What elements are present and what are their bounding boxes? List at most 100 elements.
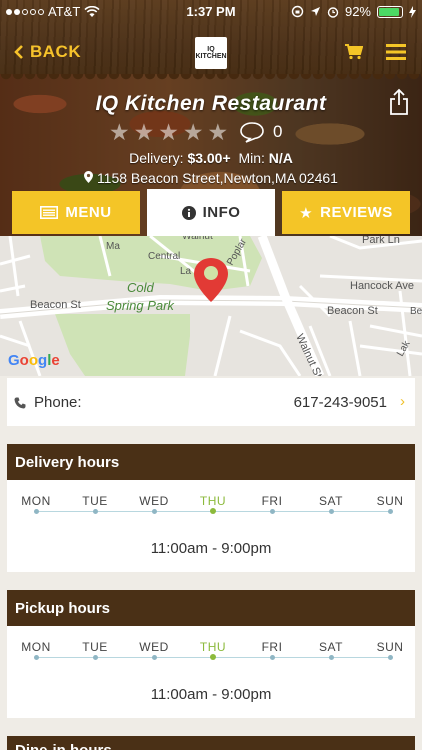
review-count[interactable]: 0 <box>239 121 282 143</box>
google-logo: Google <box>8 352 60 369</box>
map-label: Central <box>148 251 180 262</box>
status-bar: AT&T 1:37 PM 92% <box>0 0 422 22</box>
restaurant-name: IQ Kitchen Restaurant <box>95 92 327 115</box>
day-label-tue: TUE <box>82 494 108 508</box>
day-dot <box>93 655 98 660</box>
min-value: N/A <box>268 150 293 166</box>
location-map[interactable]: Beacon St Beacon St Hancock Ave Park Ln … <box>0 236 422 376</box>
review-count-value: 0 <box>273 122 283 141</box>
phone-icon <box>14 397 26 408</box>
back-label: BACK <box>30 42 82 61</box>
map-label: Be <box>410 306 422 317</box>
cart-icon[interactable] <box>345 44 363 60</box>
day-label-fri: FRI <box>261 640 283 654</box>
day-dot <box>329 509 334 514</box>
pickup-hours-card: Pickup hours MON TUE WED THU FRI SAT SUN 11:00… <box>7 590 415 718</box>
battery-percent: 92% <box>344 4 371 19</box>
tab-menu[interactable]: MENU <box>12 191 140 234</box>
restaurant-logo: IQ KITCHEN <box>195 37 227 69</box>
day-label-wed: WED <box>139 494 169 508</box>
map-label: Cold <box>127 280 155 295</box>
top-header: AT&T 1:37 PM 92% BACK IQ KITCHEN <box>0 0 422 80</box>
tab-menu-label: MENU <box>65 204 112 221</box>
dine-in-hours-header: Dine-in hours <box>7 736 415 750</box>
charging-icon <box>409 5 416 18</box>
header-scallop-edge <box>0 74 422 80</box>
share-icon[interactable] <box>389 88 409 116</box>
star-icon: ★ <box>109 119 130 145</box>
day-label-sat: SAT <box>319 640 343 654</box>
tab-info-label: INFO <box>202 204 241 221</box>
tab-reviews[interactable]: ★ REVIEWS <box>282 191 410 234</box>
rotation-lock-icon <box>291 5 304 18</box>
info-icon <box>181 205 196 220</box>
back-button[interactable]: BACK <box>14 42 81 62</box>
pickup-hours-text: 11:00am - 9:00pm <box>150 686 272 703</box>
menu-list-icon <box>40 206 59 219</box>
day-dot <box>34 655 39 660</box>
map-label: Beacon St <box>30 299 81 311</box>
alarm-icon <box>327 6 339 18</box>
map-label: La <box>180 266 192 277</box>
chevron-left-icon <box>14 45 23 59</box>
pickup-hours-title: Pickup hours <box>7 590 415 626</box>
day-dot <box>34 509 39 514</box>
delivery-hours-title: Delivery hours <box>7 444 415 480</box>
day-dot <box>152 655 157 660</box>
battery-icon <box>377 5 403 18</box>
map-pin-icon <box>84 171 94 183</box>
restaurant-address: 1158 Beacon Street,Newton,MA 02461 <box>0 170 422 186</box>
tab-info[interactable]: INFO <box>147 189 275 236</box>
map-label: Spring Park <box>106 298 175 313</box>
map-label: Park Ln <box>362 236 400 246</box>
address-text: 1158 Beacon Street,Newton,MA 02461 <box>96 170 338 186</box>
phone-label-group: Phone: <box>14 394 82 411</box>
day-label-fri: FRI <box>261 494 283 508</box>
map-label: Walnut <box>182 236 213 242</box>
day-label-sat: SAT <box>319 494 343 508</box>
day-dot <box>388 509 393 514</box>
day-label-sun: SUN <box>376 640 404 654</box>
delivery-fee: $3.00+ <box>187 150 231 166</box>
day-dot <box>388 655 393 660</box>
day-label-mon: MON <box>21 494 51 508</box>
map-label: Ma <box>106 241 120 252</box>
location-arrow-icon <box>310 7 320 16</box>
delivery-hours-card: Delivery hours MON TUE WED THU FRI SAT SUN 11:… <box>7 444 415 572</box>
chevron-right-icon: › <box>400 393 405 410</box>
phone-number[interactable]: 617-243-9051 <box>294 394 387 411</box>
pickup-days: MON TUE WED THU FRI SAT SUN <box>7 640 415 660</box>
delivery-label: Delivery: <box>129 150 184 166</box>
day-dot <box>210 654 216 660</box>
svg-text:Google: Google <box>8 352 60 369</box>
phone-label: Phone: <box>34 394 82 411</box>
map-label: Hancock Ave <box>350 280 414 292</box>
delivery-info: Delivery: $3.00+ Min: N/A <box>0 150 422 166</box>
star-icon: ★ <box>182 119 204 145</box>
day-dot <box>210 508 216 514</box>
map-label: Beacon St <box>327 305 378 317</box>
day-dot <box>152 509 157 514</box>
day-label-thu: THU <box>199 494 227 508</box>
delivery-days: MON TUE WED THU FRI SAT SUN <box>7 494 415 514</box>
day-label-tue: TUE <box>82 640 108 654</box>
tab-reviews-label: REVIEWS <box>320 204 393 221</box>
day-label-wed: WED <box>139 640 169 654</box>
phone-row[interactable]: Phone: 617-243-9051 › <box>7 378 415 426</box>
star-icon: ★ <box>158 119 179 145</box>
status-right: 92% <box>291 4 416 19</box>
day-dot <box>270 509 275 514</box>
tab-bar: MENU INFO ★ REVIEWS <box>10 189 410 236</box>
day-label-sun: SUN <box>376 494 404 508</box>
star-icon: ★ <box>133 119 155 145</box>
restaurant-hero: IQ Kitchen Restaurant ★ ★ ★ ★ ★ 0 Delive… <box>0 74 422 236</box>
day-label-thu: THU <box>199 640 227 654</box>
speech-bubble-icon <box>240 122 264 143</box>
hamburger-menu-icon[interactable] <box>386 44 406 60</box>
logo-text: IQ KITCHEN <box>195 46 227 60</box>
day-dot <box>93 509 98 514</box>
map-canvas: Beacon St Beacon St Hancock Ave Park Ln … <box>0 236 422 376</box>
star-icon: ★ <box>207 119 229 145</box>
day-dot <box>270 655 275 660</box>
rating-stars: ★ ★ ★ ★ ★ <box>109 120 228 144</box>
